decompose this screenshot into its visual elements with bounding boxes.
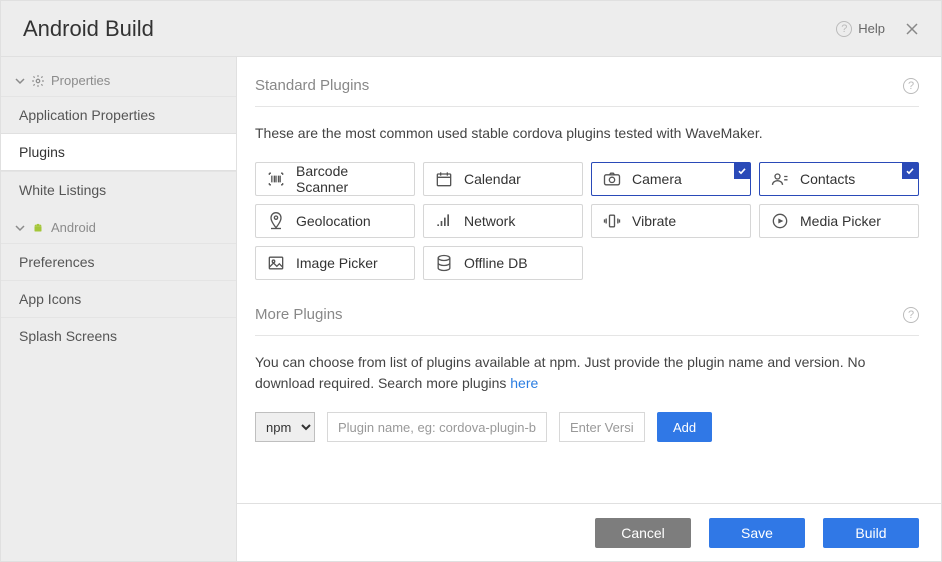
- standard-plugins-desc: These are the most common used stable co…: [255, 123, 919, 144]
- plugin-card-label: Network: [464, 213, 515, 229]
- close-button[interactable]: [901, 20, 923, 38]
- window-title: Android Build: [23, 16, 154, 42]
- sidebar-item-splash-screens[interactable]: Splash Screens: [1, 317, 236, 354]
- plugin-card-label: Media Picker: [800, 213, 881, 229]
- plugin-card-media-picker[interactable]: Media Picker: [759, 204, 919, 238]
- dialog-footer: Cancel Save Build: [237, 503, 941, 561]
- chevron-down-icon: [15, 223, 25, 233]
- barcode-icon: [266, 169, 286, 189]
- more-plugins-link[interactable]: here: [510, 375, 538, 391]
- plugin-name-input[interactable]: [327, 412, 547, 442]
- sidebar-group-label: Android: [51, 220, 96, 235]
- image-picker-icon: [266, 253, 286, 273]
- titlebar-actions: ? Help: [836, 20, 923, 38]
- plugin-card-label: Geolocation: [296, 213, 371, 229]
- plugin-card-image-picker[interactable]: Image Picker: [255, 246, 415, 280]
- main-scroll: Standard Plugins ? These are the most co…: [237, 57, 941, 503]
- more-plugins-desc-text: You can choose from list of plugins avai…: [255, 354, 865, 391]
- sidebar-item-app-icons[interactable]: App Icons: [1, 280, 236, 317]
- close-icon: [905, 22, 919, 36]
- titlebar: Android Build ? Help: [1, 1, 941, 57]
- geolocation-icon: [266, 211, 286, 231]
- sidebar: Properties Application Properties Plugin…: [1, 57, 237, 561]
- plugin-card-barcode-scanner[interactable]: Barcode Scanner: [255, 162, 415, 196]
- sidebar-item-application-properties[interactable]: Application Properties: [1, 96, 236, 133]
- network-icon: [434, 211, 454, 231]
- dialog-body: Properties Application Properties Plugin…: [1, 57, 941, 561]
- plugin-card-geolocation[interactable]: Geolocation: [255, 204, 415, 238]
- help-button[interactable]: ? Help: [836, 21, 885, 37]
- cancel-button[interactable]: Cancel: [595, 518, 691, 548]
- save-button[interactable]: Save: [709, 518, 805, 548]
- gear-icon: [31, 74, 45, 88]
- check-icon: [734, 163, 750, 179]
- android-icon: [31, 221, 45, 235]
- plugin-source-select[interactable]: npm: [255, 412, 315, 442]
- add-plugin-button[interactable]: Add: [657, 412, 712, 442]
- sidebar-item-plugins[interactable]: Plugins: [1, 133, 236, 171]
- more-plugins-title: More Plugins: [255, 306, 343, 323]
- plugin-card-label: Image Picker: [296, 255, 378, 271]
- sidebar-group-android[interactable]: Android: [1, 212, 236, 243]
- plugin-card-label: Calendar: [464, 171, 521, 187]
- sidebar-group-label: Properties: [51, 73, 110, 88]
- check-icon: [902, 163, 918, 179]
- more-plugins-row: npm Add: [255, 412, 919, 442]
- chevron-down-icon: [15, 76, 25, 86]
- plugin-card-contacts[interactable]: Contacts: [759, 162, 919, 196]
- vibrate-icon: [602, 211, 622, 231]
- calendar-icon: [434, 169, 454, 189]
- contacts-icon: [770, 169, 790, 189]
- build-button[interactable]: Build: [823, 518, 919, 548]
- plugin-card-label: Barcode Scanner: [296, 163, 404, 195]
- plugin-version-input[interactable]: [559, 412, 645, 442]
- camera-icon: [602, 169, 622, 189]
- standard-plugins-help-icon[interactable]: ?: [903, 78, 919, 94]
- plugin-card-label: Vibrate: [632, 213, 676, 229]
- standard-plugins-header: Standard Plugins ?: [255, 77, 919, 107]
- more-plugins-desc: You can choose from list of plugins avai…: [255, 352, 919, 394]
- plugin-card-label: Contacts: [800, 171, 855, 187]
- standard-plugins-title: Standard Plugins: [255, 77, 369, 94]
- media-picker-icon: [770, 211, 790, 231]
- plugin-card-network[interactable]: Network: [423, 204, 583, 238]
- plugin-card-label: Offline DB: [464, 255, 528, 271]
- plugin-card-label: Camera: [632, 171, 682, 187]
- offline-db-icon: [434, 253, 454, 273]
- sidebar-item-white-listings[interactable]: White Listings: [1, 171, 236, 208]
- plugin-grid: Barcode Scanner Calendar Camera Contacts Geo…: [255, 162, 919, 280]
- plugin-card-camera[interactable]: Camera: [591, 162, 751, 196]
- main-panel: Standard Plugins ? These are the most co…: [237, 57, 941, 561]
- dialog-window: Android Build ? Help: [0, 0, 942, 562]
- more-plugins-help-icon[interactable]: ?: [903, 307, 919, 323]
- sidebar-item-preferences[interactable]: Preferences: [1, 243, 236, 280]
- more-plugins-header: More Plugins ?: [255, 306, 919, 336]
- plugin-card-vibrate[interactable]: Vibrate: [591, 204, 751, 238]
- help-icon: ?: [836, 21, 852, 37]
- sidebar-group-properties[interactable]: Properties: [1, 65, 236, 96]
- help-label: Help: [858, 21, 885, 36]
- plugin-card-offline-db[interactable]: Offline DB: [423, 246, 583, 280]
- plugin-card-calendar[interactable]: Calendar: [423, 162, 583, 196]
